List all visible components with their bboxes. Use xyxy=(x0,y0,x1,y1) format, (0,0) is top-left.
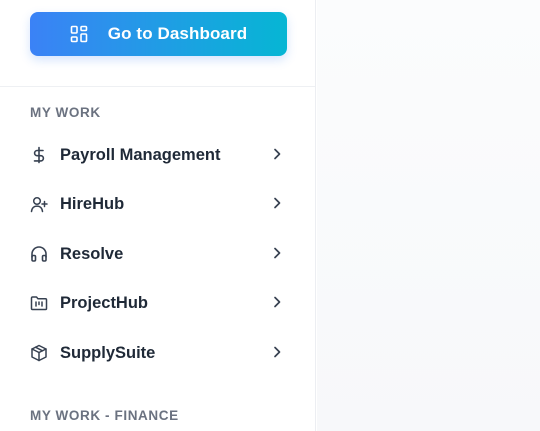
sidebar-item-payroll-management[interactable]: Payroll Management xyxy=(30,140,290,170)
chevron-right-icon xyxy=(271,295,283,309)
sidebar: Go to Dashboard MY WORK Payroll Manageme… xyxy=(0,0,316,431)
sidebar-item-label: Payroll Management xyxy=(60,145,221,164)
sidebar-item-hirehub[interactable]: HireHub xyxy=(30,189,290,219)
package-icon xyxy=(30,344,48,362)
app-page: Go to Dashboard MY WORK Payroll Manageme… xyxy=(0,0,540,431)
sidebar-item-label: ProjectHub xyxy=(60,293,149,312)
chevron-right-icon xyxy=(271,246,283,260)
sidebar-item-label: SupplySuite xyxy=(60,343,156,362)
main-content-area xyxy=(317,0,540,431)
dashboard-grid-icon xyxy=(70,25,88,43)
user-plus-icon xyxy=(30,195,48,213)
sidebar-item-projecthub[interactable]: ProjectHub xyxy=(30,288,290,318)
sidebar-item-label: Resolve xyxy=(60,244,124,263)
sidebar-divider xyxy=(0,86,315,87)
sidebar-item-label: HireHub xyxy=(60,194,125,213)
go-to-dashboard-button[interactable]: Go to Dashboard xyxy=(30,12,287,56)
go-to-dashboard-label: Go to Dashboard xyxy=(107,24,248,43)
folder-kanban-icon xyxy=(30,294,48,312)
sidebar-item-resolve[interactable]: Resolve xyxy=(30,239,290,269)
headphones-icon xyxy=(30,245,48,263)
section-title-my-work-finance: MY WORK - FINANCE xyxy=(30,408,179,423)
chevron-right-icon xyxy=(271,147,283,161)
dollar-icon xyxy=(30,146,48,164)
sidebar-item-supplysuite[interactable]: SupplySuite xyxy=(30,338,290,368)
chevron-right-icon xyxy=(271,196,283,210)
section-title-my-work: MY WORK xyxy=(30,105,101,120)
chevron-right-icon xyxy=(271,345,283,359)
